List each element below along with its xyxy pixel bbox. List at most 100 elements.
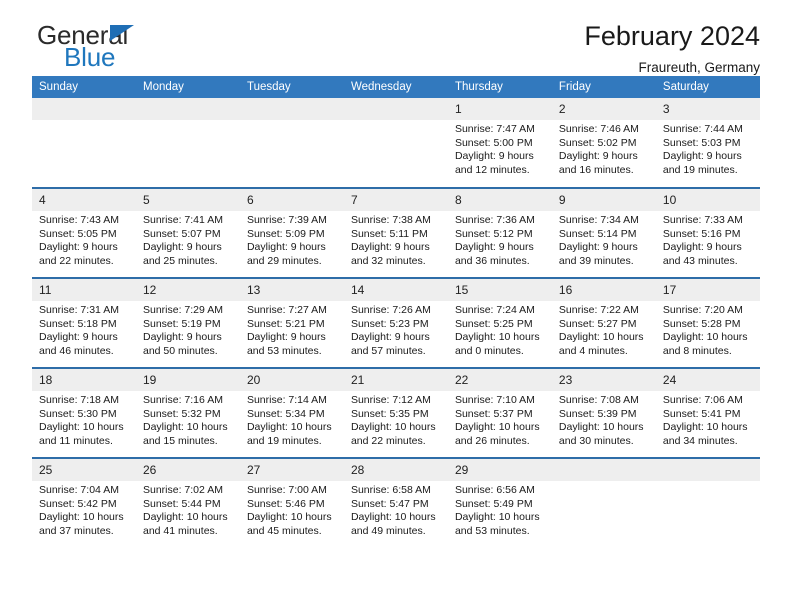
calendar-day-cell[interactable]: 15 Sunrise: 7:24 AM Sunset: 5:25 PM Dayligh… [447,277,552,368]
calendar-day-cell[interactable]: 9 Sunrise: 7:34 AM Sunset: 5:14 PM Daylight… [551,187,656,278]
sunset-text: Sunset: 5:11 PM [350,227,428,240]
weekday-header-wednesday: Wednesday [343,76,448,98]
calendar-header-row: Sunday Monday Tuesday Wednesday Thursday… [32,76,760,98]
day-number: 4 [32,189,136,211]
day-number [135,98,240,120]
calendar-day-cell[interactable]: 5 Sunrise: 7:41 AM Sunset: 5:07 PM Daylight… [135,187,240,278]
calendar-body: 1 Sunrise: 7:47 AM Sunset: 5:00 PM Daylight… [32,98,760,548]
daylight-text-line1: Daylight: 10 hours [454,331,540,343]
day-number [655,459,760,481]
calendar-day-cell[interactable]: 24 Sunrise: 7:06 AM Sunset: 5:41 PM Dayligh… [655,367,760,458]
general-blue-logo[interactable]: General Blue [32,22,242,74]
calendar-day-cell[interactable]: 25 Sunrise: 7:04 AM Sunset: 5:42 PM Dayligh… [32,457,136,548]
day-number [32,98,136,120]
calendar-day-cell[interactable]: 16 Sunrise: 7:22 AM Sunset: 5:27 PM Dayligh… [551,277,656,368]
day-number: 18 [32,369,136,391]
daylight-text-line2: and 53 minutes. [454,524,530,537]
day-number: 21 [343,369,448,391]
daylight-text-line2: and 50 minutes. [142,344,218,357]
daylight-text-line1: Daylight: 10 hours [142,511,228,523]
daylight-text-line1: Daylight: 10 hours [39,511,124,523]
calendar-day-cell[interactable]: 27 Sunrise: 7:00 AM Sunset: 5:46 PM Dayligh… [239,457,344,548]
day-number: 11 [32,279,136,301]
day-number: 27 [239,459,344,481]
daylight-text-line1: Daylight: 9 hours [662,150,742,162]
daylight-text-line1: Daylight: 10 hours [454,511,540,523]
sunrise-text: Sunrise: 7:38 AM [350,214,431,226]
calendar-day-cell[interactable]: 1 Sunrise: 7:47 AM Sunset: 5:00 PM Daylight… [447,98,552,188]
calendar-day-cell[interactable]: 18 Sunrise: 7:18 AM Sunset: 5:30 PM Dayligh… [32,367,136,458]
calendar-day-cell[interactable]: 28 Sunrise: 6:58 AM Sunset: 5:47 PM Dayligh… [343,457,448,548]
daylight-text-line1: Daylight: 10 hours [246,421,332,433]
day-sun-info: Sunrise: 7:20 AM Sunset: 5:28 PM Daylight:… [656,301,760,358]
day-sun-info: Sunrise: 7:46 AM Sunset: 5:02 PM Daylight:… [552,120,656,177]
calendar-day-cell[interactable]: 26 Sunrise: 7:02 AM Sunset: 5:44 PM Dayligh… [135,457,240,548]
day-sun-info: Sunrise: 7:12 AM Sunset: 5:35 PM Daylight:… [344,391,448,448]
daylight-text-line2: and 37 minutes. [39,524,114,537]
day-number: 24 [655,369,760,391]
calendar-day-cell[interactable]: 14 Sunrise: 7:26 AM Sunset: 5:23 PM Dayligh… [343,277,448,368]
sunset-text: Sunset: 5:41 PM [662,407,741,420]
calendar-day-cell[interactable]: 11 Sunrise: 7:31 AM Sunset: 5:18 PM Dayligh… [32,277,136,368]
day-number: 3 [655,98,760,120]
weekday-header-saturday: Saturday [655,76,760,98]
page-title: February 2024 [584,21,760,51]
daylight-text-line2: and 22 minutes. [350,434,426,447]
day-number: 19 [135,369,240,391]
day-sun-info: Sunrise: 7:08 AM Sunset: 5:39 PM Daylight:… [552,391,656,448]
day-number: 20 [239,369,344,391]
daylight-text-line1: Daylight: 10 hours [350,511,436,523]
sunrise-text: Sunrise: 7:20 AM [662,304,743,316]
calendar-day-cell[interactable]: 22 Sunrise: 7:10 AM Sunset: 5:37 PM Dayligh… [447,367,552,458]
page-header: General Blue February 2024 Fraureuth, Ge… [32,0,760,74]
calendar-day-cell[interactable]: 4 Sunrise: 7:43 AM Sunset: 5:05 PM Daylight… [32,187,136,278]
sunrise-text: Sunrise: 7:26 AM [350,304,431,316]
calendar-day-cell[interactable]: 3 Sunrise: 7:44 AM Sunset: 5:03 PM Daylight… [655,98,760,188]
sunrise-text: Sunrise: 7:46 AM [558,123,639,135]
calendar-day-cell[interactable]: 8 Sunrise: 7:36 AM Sunset: 5:12 PM Daylight… [447,187,552,278]
daylight-text-line2: and 36 minutes. [454,254,530,267]
calendar-day-cell[interactable]: 23 Sunrise: 7:08 AM Sunset: 5:39 PM Dayligh… [551,367,656,458]
sunset-text: Sunset: 5:14 PM [558,227,637,240]
calendar-cell-empty [135,98,240,188]
sunset-text: Sunset: 5:07 PM [142,227,221,240]
day-number: 6 [239,189,344,211]
calendar-day-cell[interactable]: 6 Sunrise: 7:39 AM Sunset: 5:09 PM Daylight… [239,187,344,278]
sunrise-text: Sunrise: 7:36 AM [454,214,535,226]
calendar-week-row: 11 Sunrise: 7:31 AM Sunset: 5:18 PM Dayligh… [32,277,760,368]
daylight-text-line1: Daylight: 9 hours [142,241,222,253]
weekday-header-monday: Monday [135,76,240,98]
day-number: 17 [655,279,760,301]
sunset-text: Sunset: 5:32 PM [142,407,221,420]
day-number: 13 [239,279,344,301]
daylight-text-line2: and 15 minutes. [142,434,218,447]
sunset-text: Sunset: 5:30 PM [39,407,117,420]
calendar-day-cell[interactable]: 21 Sunrise: 7:12 AM Sunset: 5:35 PM Dayligh… [343,367,448,458]
sunrise-text: Sunrise: 7:02 AM [142,484,223,496]
day-sun-info: Sunrise: 7:34 AM Sunset: 5:14 PM Daylight:… [552,211,656,268]
daylight-text-line2: and 45 minutes. [246,524,322,537]
daylight-text-line2: and 16 minutes. [558,163,634,176]
sunset-text: Sunset: 5:25 PM [454,317,533,330]
daylight-text-line1: Daylight: 9 hours [558,150,638,162]
day-number: 22 [447,369,552,391]
daylight-text-line2: and 19 minutes. [662,163,738,176]
daylight-text-line1: Daylight: 10 hours [142,421,228,433]
calendar-day-cell[interactable]: 17 Sunrise: 7:20 AM Sunset: 5:28 PM Dayligh… [655,277,760,368]
day-number: 9 [551,189,656,211]
calendar-day-cell[interactable]: 7 Sunrise: 7:38 AM Sunset: 5:11 PM Daylight… [343,187,448,278]
calendar-day-cell[interactable]: 20 Sunrise: 7:14 AM Sunset: 5:34 PM Dayligh… [239,367,344,458]
day-sun-info: Sunrise: 7:41 AM Sunset: 5:07 PM Daylight:… [136,211,240,268]
day-number: 28 [343,459,448,481]
sunrise-text: Sunrise: 7:00 AM [246,484,327,496]
calendar-day-cell[interactable]: 19 Sunrise: 7:16 AM Sunset: 5:32 PM Dayligh… [135,367,240,458]
sunset-text: Sunset: 5:44 PM [142,497,221,510]
calendar-day-cell[interactable]: 29 Sunrise: 6:56 AM Sunset: 5:49 PM Dayligh… [447,457,552,548]
calendar-day-cell[interactable]: 10 Sunrise: 7:33 AM Sunset: 5:16 PM Dayligh… [655,187,760,278]
day-sun-info: Sunrise: 7:44 AM Sunset: 5:03 PM Daylight:… [656,120,760,177]
calendar-day-cell[interactable]: 12 Sunrise: 7:29 AM Sunset: 5:19 PM Dayligh… [135,277,240,368]
calendar-day-cell[interactable]: 2 Sunrise: 7:46 AM Sunset: 5:02 PM Daylight… [551,98,656,188]
calendar-day-cell[interactable]: 13 Sunrise: 7:27 AM Sunset: 5:21 PM Dayligh… [239,277,344,368]
daylight-text-line1: Daylight: 10 hours [558,331,644,343]
daylight-text-line1: Daylight: 9 hours [246,241,326,253]
